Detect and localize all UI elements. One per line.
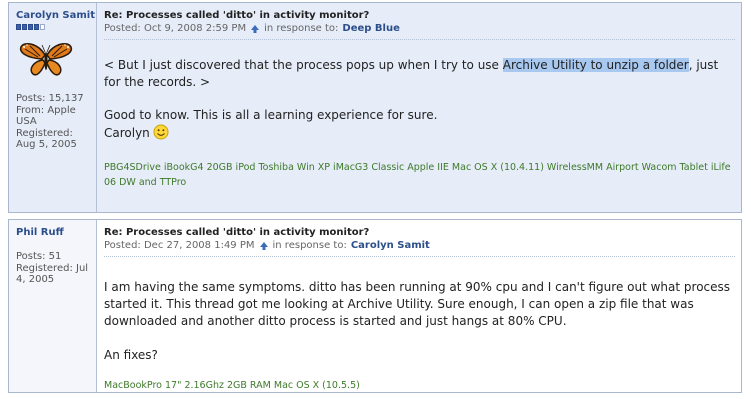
author-location: From: Apple xyxy=(16,104,76,116)
in-response-link[interactable]: Carolyn Samit xyxy=(351,239,430,252)
post-header: Re: Processes called 'ditto' in activity… xyxy=(104,227,735,257)
post-count: Posts: 15,137 xyxy=(16,93,84,104)
butterfly-avatar xyxy=(19,42,73,76)
arrow-up-icon xyxy=(259,241,268,250)
author-name-link[interactable]: Phil Ruff xyxy=(16,227,96,239)
forum-post: Phil Ruff Posts: 51 Registered: Jul 4, 2… xyxy=(8,219,742,393)
rank-pip xyxy=(28,24,33,30)
post-line: An fixes? xyxy=(104,348,158,362)
post-meta: Posted: Oct 9, 2008 2:59 PM in response … xyxy=(104,22,735,35)
author-stats: Posts: 51 Registered: Jul 4, 2005 xyxy=(16,251,96,286)
message-panel: Re: Processes called 'ditto' in activity… xyxy=(97,3,741,212)
rank-pip xyxy=(40,24,45,30)
post-line: Good to know. This is all a learning exp… xyxy=(104,108,438,122)
registered-date: Aug 5, 2005 xyxy=(16,139,77,150)
post-date: Posted: Dec 27, 2008 1:49 PM xyxy=(104,240,255,251)
quote-text: < But I just discovered that the process… xyxy=(104,58,503,72)
post-body: < But I just discovered that the process… xyxy=(104,57,735,91)
author-name-link[interactable]: Carolyn Samit xyxy=(16,10,96,22)
smiley-icon xyxy=(153,124,169,140)
rank-pip xyxy=(34,24,39,30)
post-date: Posted: Oct 9, 2008 2:59 PM xyxy=(104,23,247,34)
post-subject: Re: Processes called 'ditto' in activity… xyxy=(104,10,370,21)
message-panel: Re: Processes called 'ditto' in activity… xyxy=(97,220,741,392)
registered-label: Registered: Jul xyxy=(16,262,89,274)
rank-pip xyxy=(16,24,21,30)
post-signoff: Carolyn xyxy=(104,124,735,142)
author-panel: Phil Ruff Posts: 51 Registered: Jul 4, 2… xyxy=(9,220,97,392)
in-response-label: in response to: xyxy=(272,240,347,251)
author-stats: Posts: 15,137 From: Apple USA Registered… xyxy=(16,93,96,151)
selected-text[interactable]: Archive Utility to unzip a folder xyxy=(502,58,689,72)
author-location-country: USA xyxy=(16,116,37,127)
author-panel: Carolyn Samit Posts: 15,137 From: Apple … xyxy=(9,3,97,212)
registered-date: 4, 2005 xyxy=(16,274,55,285)
forum-post: Carolyn Samit Posts: 15,137 From: Apple … xyxy=(8,2,742,213)
registered-label: Registered: xyxy=(16,127,73,139)
rank-pip xyxy=(22,24,27,30)
post-body: I am having the same symptoms. ditto has… xyxy=(104,280,731,328)
rank-indicator xyxy=(16,24,96,31)
post-signature: MacBookPro 17" 2.16Ghz 2GB RAM Mac OS X … xyxy=(104,380,360,391)
post-subject: Re: Processes called 'ditto' in activity… xyxy=(104,227,370,238)
post-count: Posts: 51 xyxy=(16,251,62,262)
post-meta: Posted: Dec 27, 2008 1:49 PM in response… xyxy=(104,239,735,252)
signoff-name: Carolyn xyxy=(104,126,150,140)
post-header: Re: Processes called 'ditto' in activity… xyxy=(104,10,735,40)
arrow-up-icon xyxy=(251,24,260,33)
post-signature: PBG4SDrive iBookG4 20GB iPod Toshiba Win… xyxy=(104,162,731,188)
in-response-label: in response to: xyxy=(264,23,339,34)
in-response-link[interactable]: Deep Blue xyxy=(342,22,399,35)
